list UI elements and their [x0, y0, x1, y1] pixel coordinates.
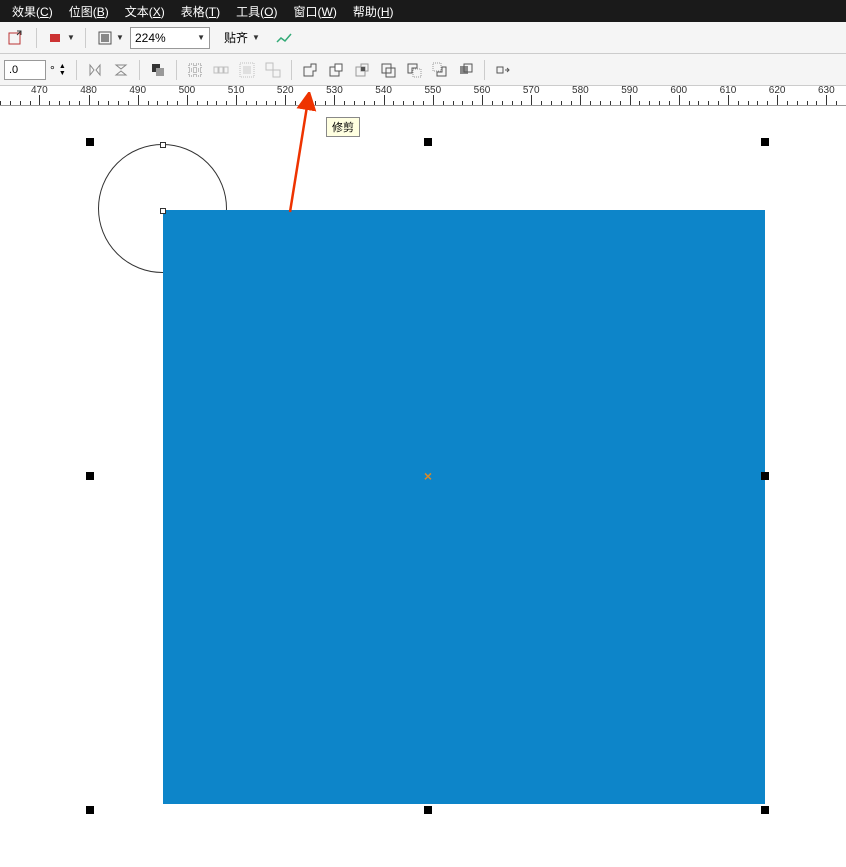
menu-bitmap[interactable]: 位图(B)	[61, 3, 117, 20]
launch-icon[interactable]: ▼	[94, 26, 126, 50]
selection-handle-tr[interactable]	[761, 138, 769, 146]
separator	[291, 60, 292, 80]
ruler-label: 570	[523, 86, 540, 96]
ruler-label: 540	[375, 86, 392, 96]
intersect-icon[interactable]	[350, 58, 374, 82]
annotation-arrow	[280, 92, 330, 222]
back-minus-front-icon[interactable]	[428, 58, 452, 82]
spinner-up[interactable]: ▲	[59, 63, 66, 70]
to-front-icon[interactable]	[146, 58, 170, 82]
mirror-vertical-icon[interactable]	[109, 58, 133, 82]
trim-icon[interactable]	[324, 58, 348, 82]
menu-window[interactable]: 窗口(W)	[285, 3, 344, 20]
ruler-label: 600	[670, 86, 687, 96]
ruler-label: 510	[228, 86, 245, 96]
zoom-level-select[interactable]: 224% ▼	[130, 27, 210, 49]
front-minus-back-icon[interactable]	[402, 58, 426, 82]
toolbar-property: ° ▲ ▼	[0, 54, 846, 86]
group-icon[interactable]	[235, 58, 259, 82]
selection-center-marker: ×	[424, 468, 432, 484]
selection-handle-tm[interactable]	[424, 138, 432, 146]
selection-handle-bl[interactable]	[86, 806, 94, 814]
ruler-label: 470	[31, 86, 48, 96]
ruler-label: 630	[818, 86, 835, 96]
tooltip-trim: 修剪	[326, 117, 360, 137]
selection-handle-ml[interactable]	[86, 472, 94, 480]
menu-table[interactable]: 表格(T)	[173, 3, 228, 20]
distribute-icon[interactable]	[209, 58, 233, 82]
menu-tools[interactable]: 工具(O)	[228, 3, 285, 20]
menu-text[interactable]: 文本(X)	[117, 3, 173, 20]
ruler-label: 530	[326, 86, 343, 96]
ruler-label: 550	[424, 86, 441, 96]
canvas[interactable]: × 修剪	[0, 106, 846, 866]
import-icon[interactable]	[4, 26, 28, 50]
separator	[139, 60, 140, 80]
ruler-label: 520	[277, 86, 294, 96]
ungroup-icon[interactable]	[261, 58, 285, 82]
ruler-label: 610	[720, 86, 737, 96]
selection-handle-mr[interactable]	[761, 472, 769, 480]
boundary-icon[interactable]	[454, 58, 478, 82]
ruler-label: 490	[129, 86, 146, 96]
separator	[76, 60, 77, 80]
menu-help[interactable]: 帮助(H)	[345, 3, 402, 20]
chevron-down-icon: ▼	[197, 33, 205, 42]
menubar: 效果(C) 位图(B) 文本(X) 表格(T) 工具(O) 窗口(W) 帮助(H…	[0, 0, 846, 22]
selection-handle-br[interactable]	[761, 806, 769, 814]
ruler-label: 500	[179, 86, 196, 96]
snap-dropdown[interactable]: 贴齐 ▼	[224, 29, 260, 46]
simplify-icon[interactable]	[376, 58, 400, 82]
ruler-label: 580	[572, 86, 589, 96]
horizontal-ruler[interactable]: 470 480 490 500 510 520 530 540 550 560 570 580 590 6…	[0, 86, 846, 106]
convert-icon[interactable]	[491, 58, 515, 82]
weld-icon[interactable]	[298, 58, 322, 82]
ruler-label: 560	[474, 86, 491, 96]
ruler-label: 620	[769, 86, 786, 96]
ruler-label: 480	[80, 86, 97, 96]
fill-dropdown-icon[interactable]: ▼	[45, 26, 77, 50]
rect-origin-corner	[160, 208, 166, 214]
menu-effects[interactable]: 效果(C)	[4, 3, 61, 20]
separator	[85, 28, 86, 48]
rotation-input[interactable]	[4, 60, 46, 80]
options-icon[interactable]	[272, 26, 296, 50]
spinner-down[interactable]: ▼	[59, 70, 66, 77]
align-icon[interactable]	[183, 58, 207, 82]
chevron-down-icon: ▼	[67, 33, 75, 42]
selection-handle-tl[interactable]	[86, 138, 94, 146]
mirror-horizontal-icon[interactable]	[83, 58, 107, 82]
degree-label: °	[50, 63, 55, 77]
chevron-down-icon: ▼	[116, 33, 124, 42]
separator	[36, 28, 37, 48]
ruler-label: 590	[621, 86, 638, 96]
toolbar-main: ▼ ▼ 224% ▼ 贴齐 ▼	[0, 22, 846, 54]
circle-origin-top	[160, 142, 166, 148]
zoom-value: 224%	[135, 31, 166, 45]
separator	[484, 60, 485, 80]
separator	[176, 60, 177, 80]
blue-rectangle-shape[interactable]	[163, 210, 765, 804]
chevron-down-icon: ▼	[252, 33, 260, 42]
selection-handle-bm[interactable]	[424, 806, 432, 814]
